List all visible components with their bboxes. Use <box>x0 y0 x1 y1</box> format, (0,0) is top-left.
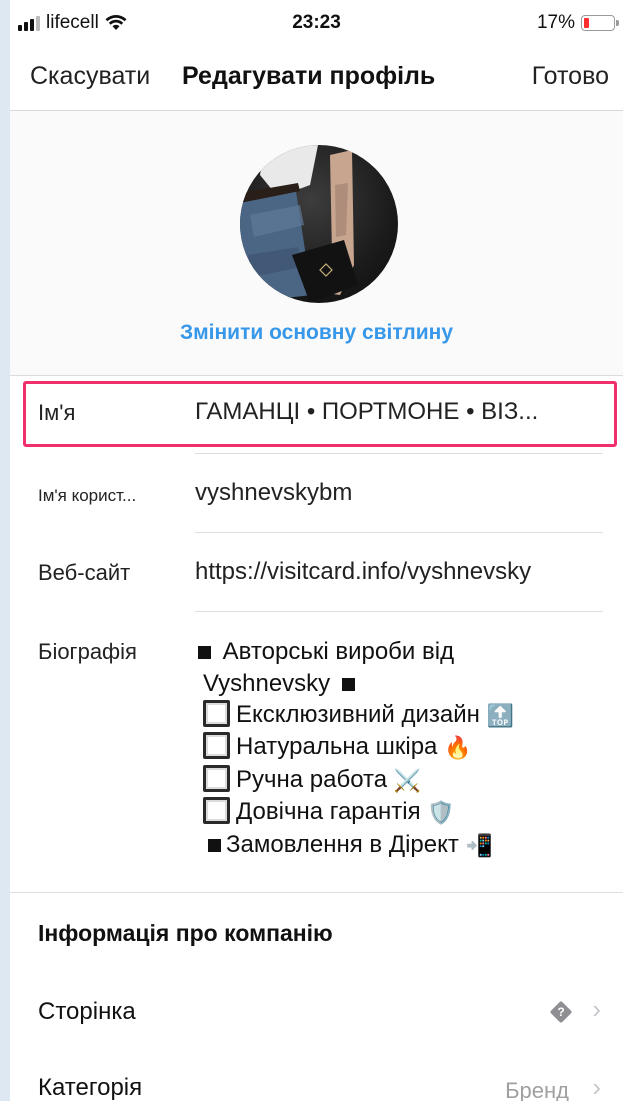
battery-fill <box>584 18 589 28</box>
bio-line: Ручна работа <box>236 765 388 793</box>
chevron-right-icon[interactable]: › <box>592 994 601 1025</box>
category-value: Бренд <box>505 1078 569 1101</box>
top-arrow-icon: 🔝 <box>486 702 514 728</box>
fire-icon: 🔥 <box>444 735 472 761</box>
navigation-bar: Скасувати Редагувати профіль Готово <box>10 44 623 111</box>
chevron-right-icon[interactable]: › <box>592 1072 601 1101</box>
white-square-icon <box>203 764 230 792</box>
battery-icon <box>581 15 619 31</box>
edit-profile-screen: lifecell 23:23 17% Скасувати Редагувати … <box>10 0 623 1101</box>
bio-line: Ексклюзивний дизайн <box>236 701 480 728</box>
page-title: Редагувати профіль <box>182 62 436 90</box>
bio-label: Біографія <box>38 639 137 664</box>
black-square-icon <box>208 838 221 852</box>
cancel-button[interactable]: Скасувати <box>30 62 150 91</box>
bio-line: Vyshnevsky <box>203 669 331 697</box>
bio-field[interactable]: Авторські вироби від Vyshnevsky Ексклюзи… <box>193 636 603 861</box>
crossed-swords-icon: ⚔️ <box>393 767 422 793</box>
white-square-icon <box>203 700 230 727</box>
category-row-label[interactable]: Категорія <box>38 1074 142 1101</box>
bio-line: Авторські вироби від <box>222 638 455 665</box>
bio-line: Довічна гарантія <box>236 798 421 826</box>
status-bar: lifecell 23:23 17% <box>10 0 623 44</box>
question-badge-icon: ? <box>549 1000 573 1024</box>
shield-icon: 🛡️ <box>427 800 455 826</box>
white-square-icon <box>203 797 230 825</box>
company-info-heading: Інформація про компанію <box>38 920 333 946</box>
page-row-label[interactable]: Сторінка <box>38 998 136 1026</box>
battery-info: 17% <box>536 12 619 34</box>
clock: 23:23 <box>292 12 341 33</box>
name-field-highlight <box>23 381 617 447</box>
divider <box>195 453 603 454</box>
website-label: Веб-сайт <box>38 560 131 585</box>
black-square-icon <box>198 646 211 660</box>
divider <box>195 611 603 612</box>
change-photo-link[interactable]: Змінити основну світлину <box>10 321 623 345</box>
profile-avatar[interactable] <box>240 145 398 303</box>
website-field[interactable]: https://visitcard.info/vyshnevsky <box>195 558 609 586</box>
done-button[interactable]: Готово <box>532 62 609 91</box>
black-square-icon <box>341 677 355 691</box>
username-field[interactable]: vyshnevskybm <box>195 479 609 507</box>
bio-line: Натуральна шкіра <box>236 733 438 761</box>
white-square-icon <box>203 732 230 760</box>
phone-arrow-icon: 📲 <box>465 832 493 858</box>
battery-percent: 17% <box>536 12 575 33</box>
bio-line: Замовлення в Дірект <box>226 830 459 858</box>
section-divider <box>10 892 623 893</box>
profile-photo-section: Змінити основну світлину <box>10 111 623 376</box>
divider <box>195 532 603 533</box>
username-label: Ім'я корист... <box>38 486 137 505</box>
